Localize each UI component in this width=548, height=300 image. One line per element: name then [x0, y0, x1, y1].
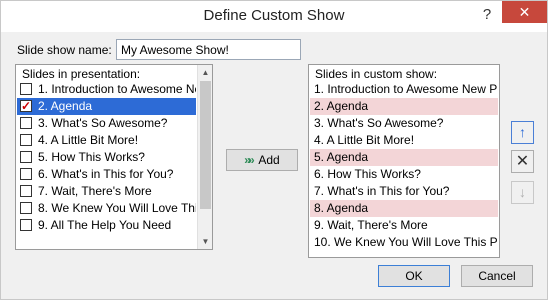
custom-show-item[interactable]: 3. What's So Awesome? [310, 115, 498, 132]
slide-checkbox[interactable] [20, 219, 32, 231]
slides-in-custom-show-label: Slides in custom show: [315, 67, 438, 81]
custom-show-item[interactable]: 10. We Knew You Will Love This Proc [310, 234, 498, 251]
dialog-title: Define Custom Show [203, 7, 345, 24]
slide-show-name-input[interactable] [116, 39, 301, 60]
slide-checkbox[interactable] [20, 134, 32, 146]
slide-checkbox[interactable] [20, 117, 32, 129]
custom-show-item[interactable]: 4. A Little Bit More! [310, 132, 498, 149]
title-bar: Define Custom Show ? ✕ [1, 1, 547, 32]
scroll-thumb[interactable] [200, 81, 211, 209]
slide-show-name-label: Slide show name: [17, 43, 112, 57]
move-up-button[interactable]: ↑ [511, 121, 534, 144]
custom-show-item[interactable]: 1. Introduction to Awesome New Pro [310, 81, 498, 98]
help-button[interactable]: ? [477, 5, 497, 25]
slide-list-item[interactable]: 9. All The Help You Need [17, 217, 196, 234]
custom-show-item[interactable]: 2. Agenda [310, 98, 498, 115]
custom-show-item[interactable]: 7. What's in This for You? [310, 183, 498, 200]
slide-item-label: 3. What's So Awesome? [38, 116, 168, 130]
add-button-label: Add [258, 153, 280, 167]
slide-checkbox[interactable] [20, 98, 32, 115]
remove-button[interactable]: ✕ [511, 150, 534, 173]
custom-show-item[interactable]: 9. Wait, There's More [310, 217, 498, 234]
custom-show-item[interactable]: 8. Agenda [310, 200, 498, 217]
slides-in-presentation-panel: Slides in presentation: 1. Introduction … [15, 64, 213, 250]
ok-button[interactable]: OK [378, 265, 450, 287]
define-custom-show-dialog: Define Custom Show ? ✕ Slide show name: … [0, 0, 548, 300]
arrow-down-icon: ↓ [519, 184, 526, 200]
cancel-button[interactable]: Cancel [461, 265, 533, 287]
slides-in-custom-show-list[interactable]: 1. Introduction to Awesome New Pro 2. Age… [310, 81, 498, 257]
slide-item-label: 7. Wait, There's More [38, 184, 152, 198]
slide-item-label: 4. A Little Bit More! [38, 133, 139, 147]
left-list-scrollbar[interactable]: ▲ ▼ [197, 65, 212, 249]
slide-checkbox[interactable] [20, 202, 32, 214]
slide-item-label: 1. Introduction to Awesome Ne [38, 82, 196, 96]
custom-show-item[interactable]: 5. Agenda [310, 149, 498, 166]
slides-in-presentation-label: Slides in presentation: [22, 67, 141, 81]
slide-item-label: 9. All The Help You Need [38, 218, 172, 232]
arrow-up-icon: ↑ [519, 124, 526, 140]
slide-list-item[interactable]: 2. Agenda [17, 98, 196, 115]
slide-list-item[interactable]: 4. A Little Bit More! [17, 132, 196, 149]
slide-list-item[interactable]: 1. Introduction to Awesome Ne [17, 81, 196, 98]
slide-item-label: 8. We Knew You Will Love This [38, 201, 196, 215]
slide-list-item[interactable]: 6. What's in This for You? [17, 166, 196, 183]
scroll-down-arrow-icon[interactable]: ▼ [198, 234, 213, 249]
slide-checkbox[interactable] [20, 83, 32, 95]
close-button[interactable]: ✕ [502, 1, 547, 23]
add-arrows-icon: »» [244, 153, 255, 167]
slide-item-label: 6. What's in This for You? [38, 167, 174, 181]
slide-checkbox[interactable] [20, 185, 32, 197]
slide-list-item[interactable]: 5. How This Works? [17, 149, 196, 166]
slides-in-presentation-list[interactable]: 1. Introduction to Awesome Ne 2. Agenda 3.… [17, 81, 196, 249]
remove-x-icon: ✕ [515, 153, 530, 170]
move-down-button[interactable]: ↓ [511, 181, 534, 204]
slide-checkbox[interactable] [20, 151, 32, 163]
slide-list-item[interactable]: 8. We Knew You Will Love This [17, 200, 196, 217]
add-button[interactable]: »» Add [226, 149, 298, 171]
slide-list-item[interactable]: 3. What's So Awesome? [17, 115, 196, 132]
slide-item-label: 5. How This Works? [38, 150, 145, 164]
custom-show-item[interactable]: 6. How This Works? [310, 166, 498, 183]
slide-list-item[interactable]: 7. Wait, There's More [17, 183, 196, 200]
slide-item-label: 2. Agenda [38, 99, 93, 113]
scroll-up-arrow-icon[interactable]: ▲ [198, 65, 213, 80]
slides-in-custom-show-panel: Slides in custom show: 1. Introduction t… [308, 64, 500, 258]
slide-checkbox[interactable] [20, 168, 32, 180]
